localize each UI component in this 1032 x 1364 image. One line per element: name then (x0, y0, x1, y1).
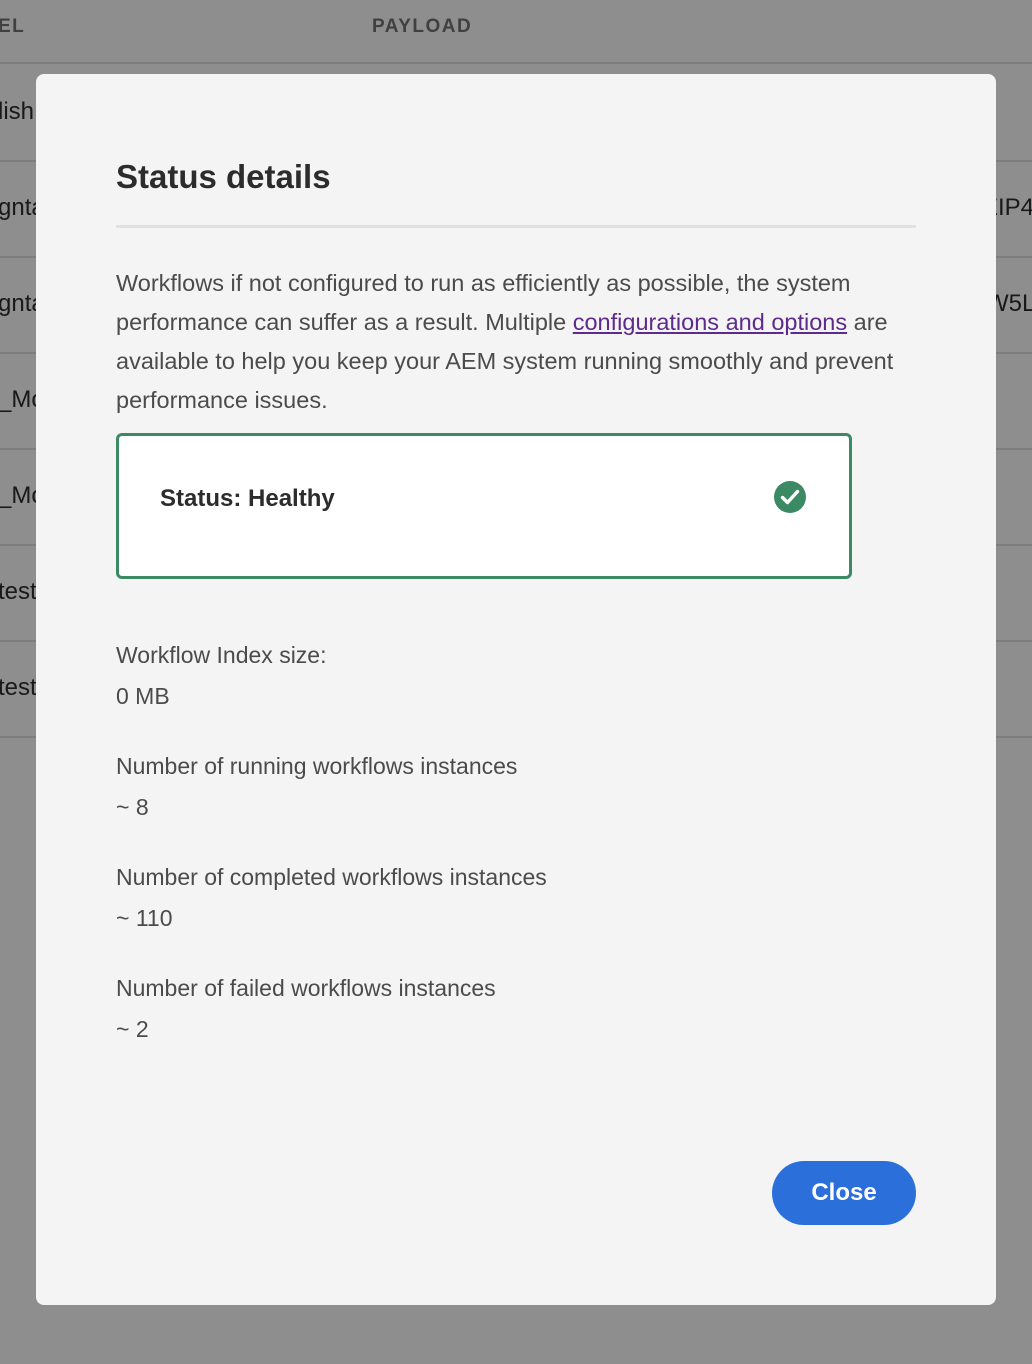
metric-label: Workflow Index size: (116, 642, 327, 668)
metric-index-size: Workflow Index size: 0 MB (116, 639, 326, 712)
status-label: Status: Healthy (160, 485, 335, 512)
metric-label: Number of completed workflows instances (116, 864, 547, 890)
metric-completed-instances: Number of completed workflows instances … (116, 861, 547, 934)
dialog-title: Status details (116, 158, 331, 195)
close-button[interactable]: Close (772, 1161, 916, 1225)
title-divider (116, 225, 916, 228)
metric-label: Number of running workflows instances (116, 753, 518, 779)
metric-value: 0 MB (116, 683, 170, 709)
configurations-link[interactable]: configurations and options (573, 309, 847, 335)
metric-value: ~ 2 (116, 1016, 149, 1042)
status-card: Status: Healthy (116, 433, 852, 579)
check-circle-icon (774, 481, 806, 513)
metric-failed-instances: Number of failed workflows instances ~ 2 (116, 972, 496, 1045)
status-details-dialog: Status details Workflows if not configur… (36, 74, 996, 1305)
metric-value: ~ 8 (116, 794, 149, 820)
metric-label: Number of failed workflows instances (116, 975, 496, 1001)
metric-value: ~ 110 (116, 905, 173, 931)
dialog-description: Workflows if not configured to run as ef… (116, 264, 916, 420)
metric-running-instances: Number of running workflows instances ~ … (116, 750, 517, 823)
